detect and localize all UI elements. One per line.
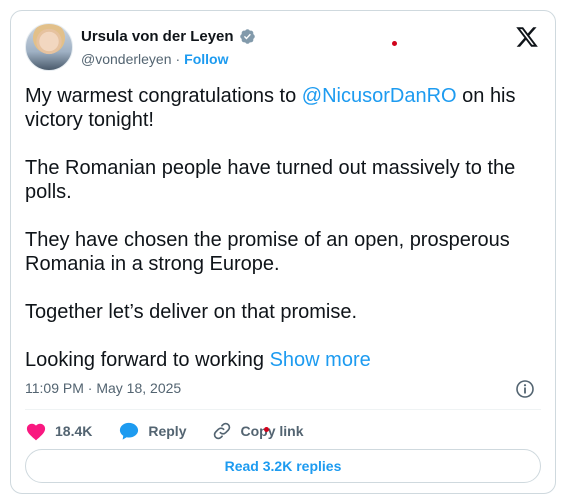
author-name-row: Ursula von der Leyen [81, 28, 256, 45]
separator-dot: · [175, 51, 181, 67]
tweet-paragraph: My warmest congratulations to @NicusorDa… [25, 84, 545, 132]
read-replies-button[interactable]: Read 3.2K replies [25, 449, 541, 483]
copy-link-button[interactable]: Copy link [212, 421, 304, 441]
tweet-date: May 18, 2025 [96, 380, 182, 396]
copy-link-label: Copy link [240, 423, 304, 439]
link-icon [212, 421, 232, 441]
like-count: 18.4K [55, 423, 93, 439]
tweet-card: Ursula von der Leyen @vonderleyen · Foll… [10, 10, 556, 494]
reply-bubble-icon [118, 421, 140, 441]
tweet-paragraph: Together let’s deliver on that promise. [25, 301, 358, 323]
tweet-paragraph: The Romanian people have turned out mass… [25, 157, 516, 203]
like-button[interactable]: 18.4K [25, 421, 92, 441]
reply-label: Reply [148, 423, 187, 439]
tweet-text-segment: Looking forward to working [25, 349, 270, 371]
divider [25, 409, 541, 410]
separator-dot: · [87, 380, 93, 396]
avatar[interactable] [25, 23, 73, 71]
tweet-timestamp[interactable]: 11:09 PM · May 18, 2025 [25, 380, 181, 396]
tweet-paragraph: They have chosen the promise of an open,… [25, 229, 510, 275]
tweet-time: 11:09 PM [25, 380, 84, 396]
author-handle-row: @vonderleyen · Follow [81, 51, 229, 67]
action-bar: 18.4K Reply Copy link [25, 421, 330, 441]
mention-link[interactable]: @NicusorDanRO [302, 85, 457, 107]
heart-icon [25, 421, 47, 441]
info-icon[interactable] [515, 379, 535, 399]
show-more-link[interactable]: Show more [270, 349, 371, 371]
tweet-text: My warmest congratulations to @NicusorDa… [25, 84, 545, 372]
reply-button[interactable]: Reply [118, 421, 186, 441]
author-name[interactable]: Ursula von der Leyen [81, 28, 234, 45]
author-handle[interactable]: @vonderleyen [81, 51, 172, 67]
marker-dot [264, 427, 269, 432]
verified-badge-icon [239, 28, 256, 45]
tweet-text-segment: My warmest congratulations to [25, 85, 302, 107]
x-logo-icon[interactable] [515, 25, 539, 49]
follow-button[interactable]: Follow [184, 51, 228, 67]
marker-dot [392, 41, 397, 46]
tweet-paragraph: Looking forward to working Show more [25, 348, 545, 372]
